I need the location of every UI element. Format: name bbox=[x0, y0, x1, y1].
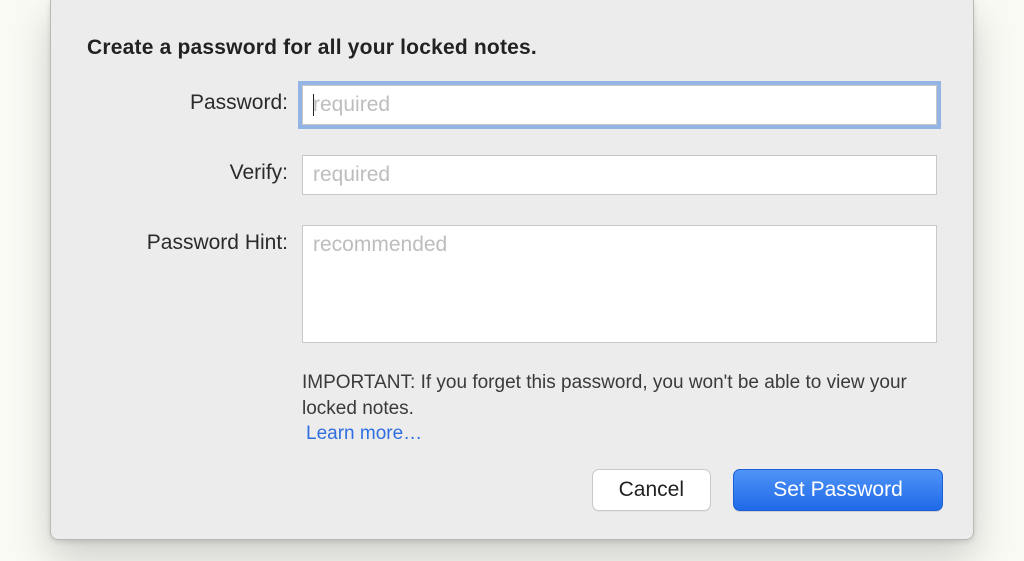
important-text: IMPORTANT: If you forget this password, … bbox=[302, 370, 937, 421]
button-bar: Cancel Set Password bbox=[592, 469, 943, 511]
password-sheet: Create a password for all your locked no… bbox=[50, 0, 974, 540]
password-label: Password: bbox=[87, 85, 302, 115]
hint-input[interactable] bbox=[302, 225, 937, 343]
password-input[interactable] bbox=[302, 85, 937, 125]
verify-row: Verify: bbox=[87, 155, 937, 195]
hint-row: Password Hint: bbox=[87, 225, 937, 348]
hint-label: Password Hint: bbox=[87, 225, 302, 255]
page-title: Create a password for all your locked no… bbox=[87, 36, 537, 60]
text-cursor bbox=[313, 94, 314, 116]
set-password-button[interactable]: Set Password bbox=[733, 469, 943, 511]
verify-label: Verify: bbox=[87, 155, 302, 185]
create-password-form: Password: Verify: Password Hint: IMPORTA… bbox=[87, 85, 937, 447]
important-note: IMPORTANT: If you forget this password, … bbox=[302, 370, 937, 447]
cancel-button[interactable]: Cancel bbox=[592, 469, 711, 511]
password-row: Password: bbox=[87, 85, 937, 125]
learn-more-link[interactable]: Learn more… bbox=[306, 421, 422, 447]
verify-input[interactable] bbox=[302, 155, 937, 195]
